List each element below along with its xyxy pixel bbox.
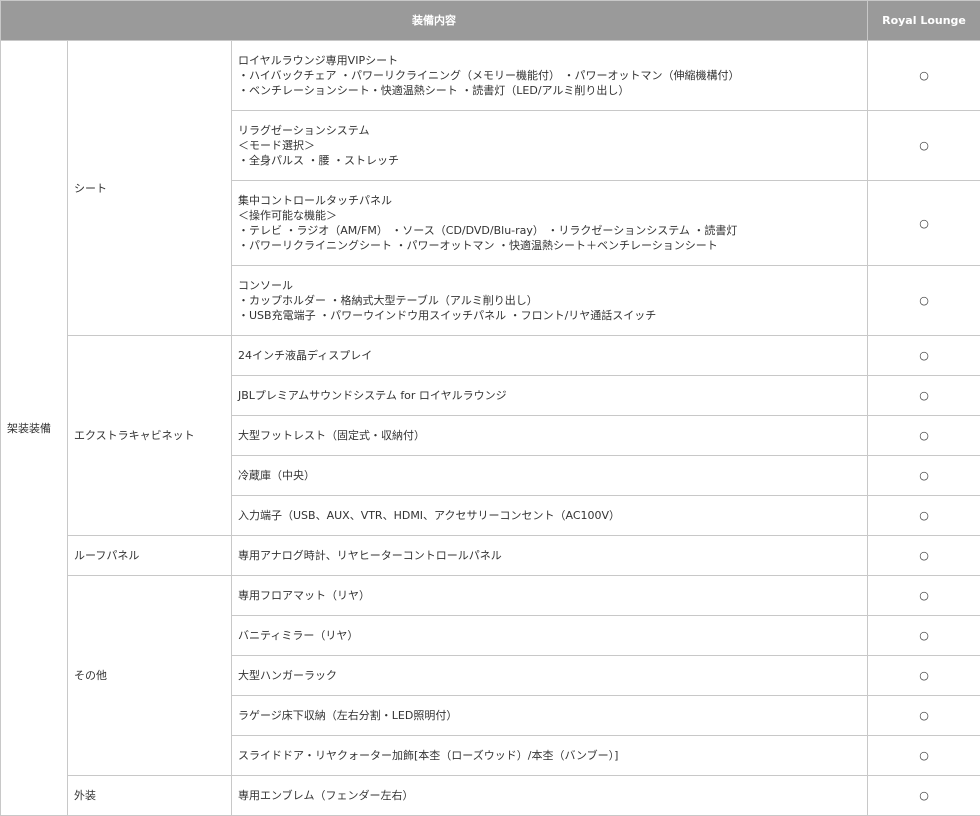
group-cell: ルーフパネル	[67, 535, 232, 576]
availability-mark: ○	[867, 495, 980, 536]
item-cell: 専用エンブレム（フェンダー左右）	[231, 775, 868, 816]
item-line: 24インチ液晶ディスプレイ	[238, 349, 373, 362]
item-cell: 大型フットレスト（固定式・収納付）	[231, 415, 868, 456]
group-cell: エクストラキャビネット	[67, 335, 232, 536]
item-line: 集中コントロールタッチパネル	[238, 194, 392, 207]
item-line: ・パワーリクライニングシート ・パワーオットマン ・快適温熱シート＋ベンチレーシ…	[238, 239, 718, 252]
item-line: JBLプレミアムサウンドシステム for ロイヤルラウンジ	[238, 389, 507, 402]
item-cell: ロイヤルラウンジ専用VIPシート・ハイバックチェア ・パワーリクライニング（メモ…	[231, 40, 868, 111]
item-line: ＜操作可能な機能＞	[238, 209, 337, 222]
item-line: 冷蔵庫（中央）	[238, 469, 315, 482]
availability-mark: ○	[867, 455, 980, 496]
item-line: 専用アナログ時計、リヤヒーターコントロールパネル	[238, 549, 502, 562]
availability-mark: ○	[867, 735, 980, 776]
item-cell: 冷蔵庫（中央）	[231, 455, 868, 496]
header-royal-lounge: Royal Lounge	[867, 0, 980, 41]
item-line: 専用フロアマット（リヤ）	[238, 589, 370, 602]
group-cell: シート	[67, 40, 232, 336]
availability-mark: ○	[867, 575, 980, 616]
top-category-cell: 架装装備	[0, 40, 68, 816]
item-line: 大型ハンガーラック	[238, 669, 337, 682]
item-line: ・カップホルダー ・格納式大型テーブル（アルミ削り出し）	[238, 294, 538, 307]
availability-mark: ○	[867, 775, 980, 816]
availability-mark: ○	[867, 535, 980, 576]
table-row: 外装 専用エンブレム（フェンダー左右） ○	[1, 775, 980, 816]
item-cell: JBLプレミアムサウンドシステム for ロイヤルラウンジ	[231, 375, 868, 416]
item-line: ・ベンチレーションシート・快適温熱シート ・読書灯（LED/アルミ削り出し）	[238, 84, 630, 97]
availability-mark: ○	[867, 40, 980, 111]
table-row: ルーフパネル 専用アナログ時計、リヤヒーターコントロールパネル ○	[1, 535, 980, 576]
availability-mark: ○	[867, 695, 980, 736]
item-cell: 集中コントロールタッチパネル ＜操作可能な機能＞ ・テレビ ・ラジオ（AM/FM） …	[231, 180, 868, 266]
item-line: ラゲージ床下収納（左右分割・LED照明付）	[238, 709, 458, 722]
item-line: コンソール	[238, 279, 293, 292]
availability-mark: ○	[867, 655, 980, 696]
item-cell: 専用フロアマット（リヤ）	[231, 575, 868, 616]
item-cell: ラゲージ床下収納（左右分割・LED照明付）	[231, 695, 868, 736]
item-line: ・テレビ ・ラジオ（AM/FM） ・ソース（CD/DVD/Blu-ray） ・リ…	[238, 224, 738, 237]
availability-mark: ○	[867, 110, 980, 181]
item-line: ＜モード選択＞	[238, 139, 315, 152]
item-cell: リラグゼーションシステム ＜モード選択＞ ・全身パルス ・腰 ・ストレッチ	[231, 110, 868, 181]
item-cell: 24インチ液晶ディスプレイ	[231, 335, 868, 376]
item-line: リラグゼーションシステム	[238, 124, 370, 137]
item-cell: 専用アナログ時計、リヤヒーターコントロールパネル	[231, 535, 868, 576]
availability-mark: ○	[867, 375, 980, 416]
item-line: バニティミラー（リヤ）	[238, 629, 359, 642]
availability-mark: ○	[867, 180, 980, 266]
table-row: その他 専用フロアマット（リヤ） ○	[1, 575, 980, 776]
item-cell: 大型ハンガーラック	[231, 655, 868, 696]
item-line: 専用エンブレム（フェンダー左右）	[238, 789, 414, 802]
item-line: ロイヤルラウンジ専用VIPシート	[238, 54, 399, 67]
equipment-table: 装備内容 Royal Lounge 架装装備 シート ロイヤルラウンジ専用VIPシー…	[0, 0, 980, 816]
item-cell: コンソール・カップホルダー ・格納式大型テーブル（アルミ削り出し） ・USB充電端…	[231, 265, 868, 336]
item-line: 大型フットレスト（固定式・収納付）	[238, 429, 425, 442]
group-cell: その他	[67, 575, 232, 776]
item-line: ・ハイバックチェア ・パワーリクライニング（メモリー機能付） ・パワーオットマン…	[238, 69, 740, 82]
item-cell: バニティミラー（リヤ）	[231, 615, 868, 656]
table-row: 架装装備 シート ロイヤルラウンジ専用VIPシート・ハイバックチェア ・パワーリクラ…	[0, 40, 980, 816]
table-header-row: 装備内容 Royal Lounge	[0, 0, 980, 41]
item-line: 入力端子（USB、AUX、VTR、HDMI、アクセサリーコンセント（AC100V…	[238, 509, 621, 522]
availability-mark: ○	[867, 265, 980, 336]
item-line: ・全身パルス ・腰 ・ストレッチ	[238, 154, 399, 167]
header-item-content: 装備内容	[0, 0, 868, 41]
item-line: スライドドア・リヤクォーター加飾[本杢（ローズウッド）/本杢（バンブー）]	[238, 749, 619, 762]
item-cell: スライドドア・リヤクォーター加飾[本杢（ローズウッド）/本杢（バンブー）]	[231, 735, 868, 776]
availability-mark: ○	[867, 615, 980, 656]
table-row: エクストラキャビネット 24インチ液晶ディスプレイ ○	[1, 335, 980, 536]
availability-mark: ○	[867, 415, 980, 456]
item-line: ・USB充電端子 ・パワーウインドウ用スイッチパネル ・フロント/リヤ通話スイッ…	[238, 309, 657, 322]
availability-mark: ○	[867, 335, 980, 376]
item-cell: 入力端子（USB、AUX、VTR、HDMI、アクセサリーコンセント（AC100V…	[231, 495, 868, 536]
group-cell: 外装	[67, 775, 232, 816]
